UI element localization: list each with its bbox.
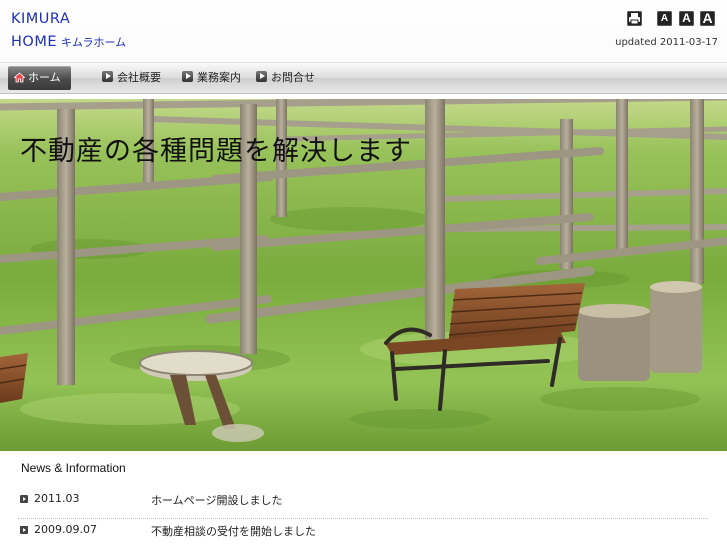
bullet-icon <box>20 495 28 503</box>
news-title[interactable]: ホームページ開設しました <box>151 492 282 508</box>
nav-item-company[interactable]: 会社概要 <box>102 66 161 90</box>
play-icon <box>182 71 193 82</box>
play-icon <box>256 71 267 82</box>
news-item: 2011.03 ホームページ開設しました <box>18 490 708 519</box>
hero-banner: 不動産の各種問題を解決します <box>0 99 727 451</box>
news-title[interactable]: 不動産相談の受付を開始しました <box>151 523 316 539</box>
home-icon <box>14 72 25 83</box>
print-button[interactable] <box>627 11 642 26</box>
site-logo-line1[interactable]: KIMURA <box>11 11 70 27</box>
nav-label-company: 会社概要 <box>117 71 161 84</box>
main-nav: ホーム 会社概要 業務案内 お問合せ <box>0 62 727 94</box>
font-size-large-button[interactable]: A <box>700 11 715 26</box>
site-logo-kana: キムラホーム <box>61 36 127 49</box>
nav-label-home: ホーム <box>28 71 61 84</box>
news-date: 2009.09.07 <box>34 523 97 536</box>
nav-item-contact[interactable]: お問合せ <box>256 66 315 90</box>
page: KIMURA HOME キムラホーム A A A updated 2011-03-… <box>0 0 727 545</box>
site-logo-line2[interactable]: HOME キムラホーム <box>11 34 126 51</box>
updated-date: updated 2011-03-17 <box>615 37 718 48</box>
nav-label-contact: お問合せ <box>271 71 315 84</box>
font-size-small-button[interactable]: A <box>657 11 672 26</box>
site-header: KIMURA HOME キムラホーム A A A updated 2011-03-… <box>0 0 727 62</box>
nav-label-services: 業務案内 <box>197 71 241 84</box>
news-item: 2009.09.07 不動産相談の受付を開始しました <box>18 521 708 545</box>
site-logo-home: HOME <box>11 34 57 50</box>
news-date: 2011.03 <box>34 492 80 505</box>
news-heading: News & Information <box>21 461 126 475</box>
nav-item-services[interactable]: 業務案内 <box>182 66 241 90</box>
nav-item-home[interactable]: ホーム <box>8 66 71 90</box>
bullet-icon <box>20 526 28 534</box>
play-icon <box>102 71 113 82</box>
hero-title: 不動産の各種問題を解決します <box>20 136 412 167</box>
printer-icon <box>629 13 640 25</box>
font-size-medium-button[interactable]: A <box>679 11 694 26</box>
